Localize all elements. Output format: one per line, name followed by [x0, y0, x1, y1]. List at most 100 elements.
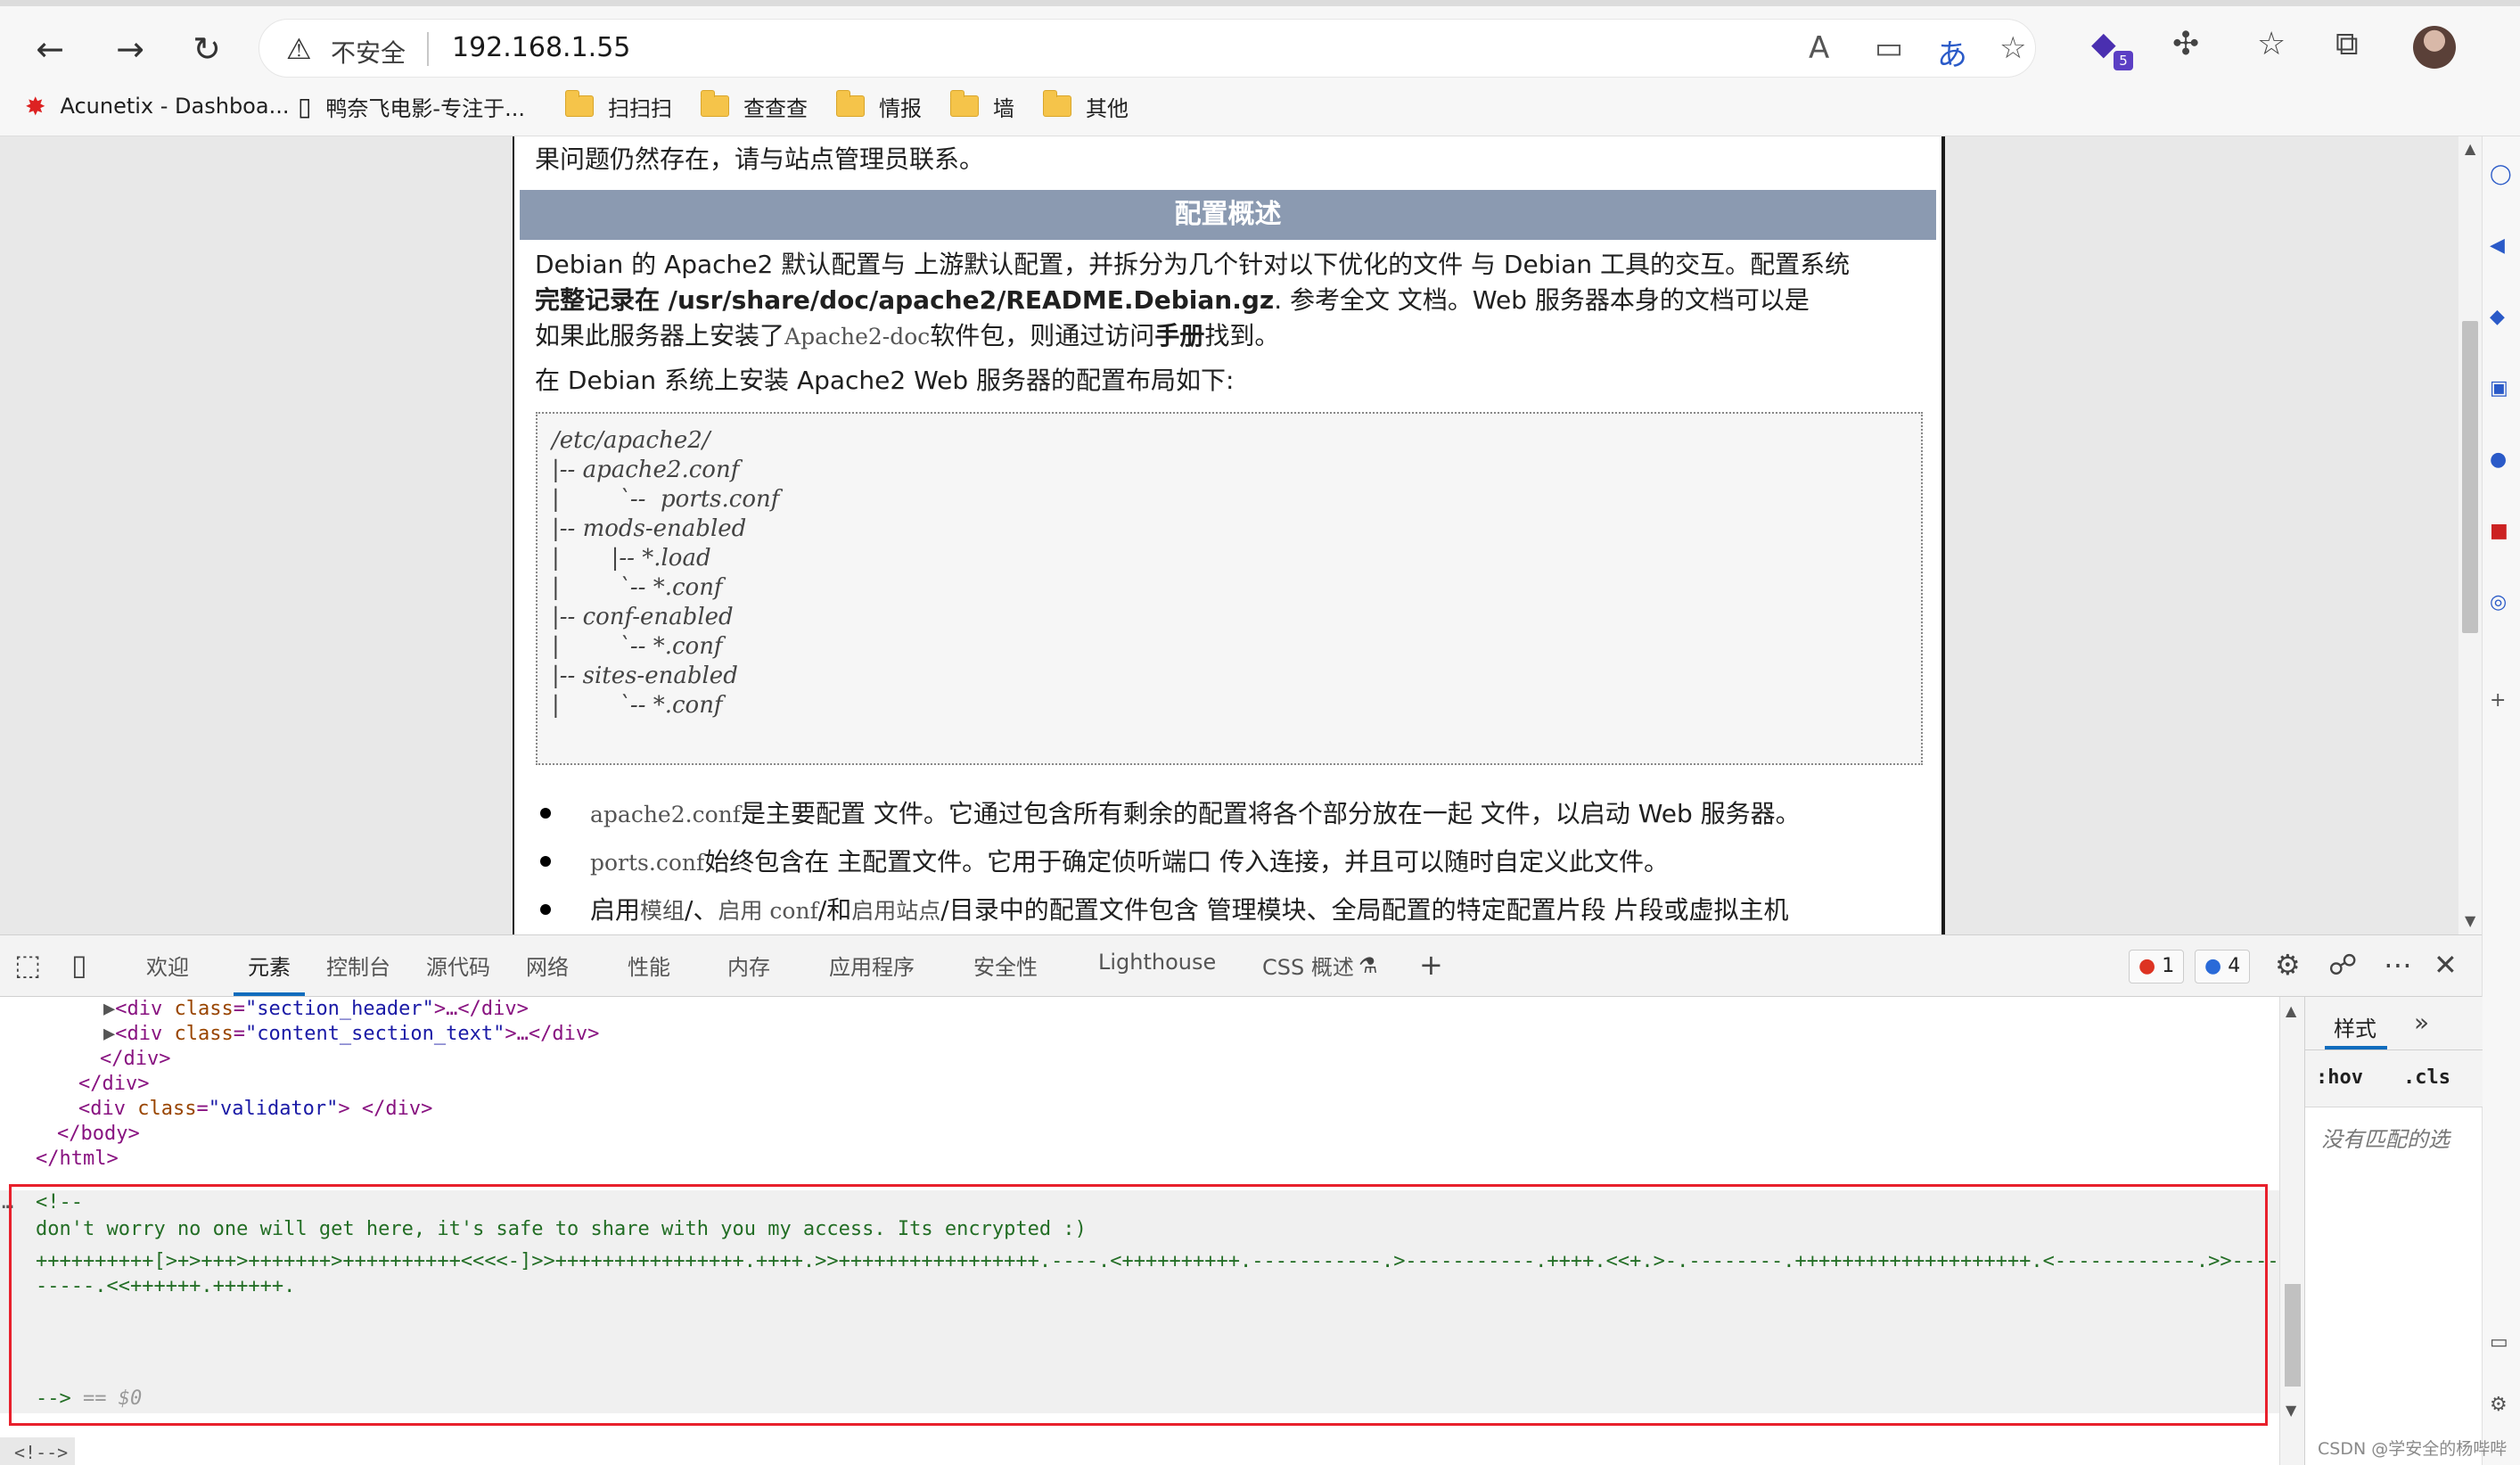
dom-line[interactable]: </div>: [100, 1047, 170, 1072]
tab-network[interactable]: 网络: [526, 950, 569, 981]
dom-line[interactable]: </body>: [57, 1122, 140, 1147]
error-count[interactable]: ● 1: [2129, 950, 2185, 984]
text: 启用: [590, 895, 641, 925]
settings-icon[interactable]: ⚙: [2275, 948, 2301, 982]
styles-tab-indicator: [2325, 1046, 2387, 1049]
more-options-icon[interactable]: ⋯: [2384, 948, 2412, 982]
styles-pane: 样式 » :hov .cls 没有匹配的选: [2304, 997, 2483, 1465]
highlight-box: [9, 1184, 2268, 1426]
tab-security[interactable]: 安全性: [973, 950, 1038, 981]
tab-application[interactable]: 应用程序: [829, 950, 915, 981]
bullet: [540, 904, 551, 915]
hov-toggle[interactable]: :hov: [2316, 1066, 2363, 1089]
extension-icon[interactable]: ◆: [2091, 26, 2116, 62]
list-item: 启用模组/、启用 conf/和启用站点/目录中的配置文件包含 管理模块、全局配置…: [535, 891, 1789, 926]
sidebar-settings-icon[interactable]: ⚙: [2490, 1394, 2508, 1416]
sidebar-add-icon[interactable]: +: [2490, 689, 2506, 712]
tab-lighthouse[interactable]: Lighthouse: [1098, 950, 1216, 975]
sidebar-outlook-icon[interactable]: ◎: [2490, 591, 2507, 613]
dom-tag: <div: [78, 1098, 126, 1120]
tab-styles[interactable]: 样式: [2334, 1011, 2376, 1042]
tab-sources[interactable]: 源代码: [426, 950, 490, 981]
back-button[interactable]: ←: [25, 24, 75, 74]
translate-icon[interactable]: あ: [1937, 30, 1967, 74]
collections-icon[interactable]: ⧉: [2335, 26, 2359, 63]
profile-avatar[interactable]: [2413, 26, 2456, 69]
browser-toolbar: ← → ↻ ⚠ 不安全 192.168.1.55 A ▭ あ ☆ ◆ 5 ✣ ☆…: [0, 6, 2520, 78]
breadcrumb[interactable]: <!-->: [0, 1437, 75, 1465]
scroll-up-icon[interactable]: ▲: [2465, 140, 2475, 157]
inline-code: 模组: [640, 898, 685, 924]
message-count[interactable]: ● 4: [2195, 950, 2251, 984]
dom-tag: >…</div>: [505, 1023, 600, 1045]
dom-attr-value: "validator": [208, 1098, 339, 1120]
security-label[interactable]: 不安全: [331, 34, 406, 70]
reload-button[interactable]: ↻: [182, 24, 232, 74]
cls-toggle[interactable]: .cls: [2403, 1066, 2450, 1089]
immersive-reader-icon[interactable]: ▭: [1875, 30, 1903, 66]
inline-code: ports.conf: [590, 850, 705, 876]
bookmark-label: Acunetix - Dashboa...: [60, 94, 290, 119]
inspect-icon[interactable]: ⬚: [14, 948, 41, 982]
sidebar-arrow-icon[interactable]: ◀: [2490, 235, 2505, 257]
dom-line[interactable]: <div class="validator"> </div>: [78, 1097, 432, 1122]
list-item: ports.conf始终包含在 主配置文件。它用于确定侦听端口 传入连接，并且可…: [535, 843, 1669, 878]
sidebar-people-icon[interactable]: ●: [2490, 449, 2507, 471]
page-content: 果问题仍然存在，请与站点管理员联系。 配置概述 Debian 的 Apache2…: [513, 136, 1945, 934]
feedback-icon[interactable]: ☍: [2328, 948, 2357, 982]
scroll-up-icon[interactable]: ▲: [2286, 1002, 2296, 1019]
scroll-down-icon[interactable]: ▼: [2465, 912, 2475, 929]
url-text[interactable]: 192.168.1.55: [452, 32, 630, 63]
device-toolbar-icon[interactable]: ▯: [71, 948, 87, 982]
page-scrollbar[interactable]: ▲ ▼: [2458, 136, 2482, 934]
read-aloud-icon[interactable]: A: [1809, 30, 1829, 66]
sidebar-tools-icon[interactable]: ▣: [2490, 377, 2508, 399]
sidebar-shape-icon[interactable]: ◆: [2490, 306, 2505, 328]
dom-line[interactable]: </html>: [36, 1147, 119, 1172]
sidebar-layout-icon[interactable]: ▭: [2490, 1331, 2508, 1354]
elements-scrollbar[interactable]: ▲ ▼: [2279, 997, 2304, 1465]
text: /和: [817, 895, 852, 925]
tab-welcome[interactable]: 欢迎: [146, 950, 189, 981]
bookmark-folder-intel[interactable]: 情报: [836, 88, 922, 124]
close-icon[interactable]: ✕: [2434, 948, 2458, 982]
bookmark-acunetix[interactable]: ✸ Acunetix - Dashboa...: [25, 88, 289, 124]
elements-scroll-thumb[interactable]: [2285, 1284, 2301, 1387]
expand-arrow-icon[interactable]: ▶: [103, 1023, 115, 1045]
more-tabs-icon[interactable]: »: [2414, 1008, 2429, 1037]
address-bar[interactable]: ⚠ 不安全 192.168.1.55 A ▭ あ ☆: [259, 19, 2036, 78]
extensions-icon[interactable]: ✣: [2172, 26, 2199, 62]
bookmark-folder-wall[interactable]: 墙: [950, 88, 1014, 124]
bookmark-folder-other[interactable]: 其他: [1043, 88, 1129, 124]
favorites-icon[interactable]: ☆: [2257, 26, 2286, 62]
manual-link[interactable]: 手册: [1154, 321, 1204, 350]
add-tab-icon[interactable]: +: [1419, 948, 1443, 982]
search-icon[interactable]: ◯: [2490, 163, 2512, 185]
section-header: 配置概述: [520, 190, 1936, 240]
sidebar-office-icon[interactable]: ■: [2490, 520, 2508, 542]
dom-line[interactable]: ▶<div class="section_header">…</div>: [103, 997, 529, 1022]
dom-tag: >…</div>: [433, 998, 529, 1020]
bookmark-folder-scan[interactable]: 扫扫扫: [565, 88, 672, 124]
forward-button[interactable]: →: [105, 24, 155, 74]
tab-memory[interactable]: 内存: [727, 950, 770, 981]
expand-arrow-icon[interactable]: ▶: [103, 998, 115, 1020]
add-favorite-icon[interactable]: ☆: [1999, 30, 2026, 66]
scroll-down-icon[interactable]: ▼: [2286, 1402, 2296, 1419]
elements-panel: ▶<div class="section_header">…</div> ▶<d…: [0, 997, 2279, 1465]
tab-css-overview[interactable]: CSS 概述: [1262, 950, 1354, 981]
address-divider: [427, 32, 429, 66]
page-scroll-thumb[interactable]: [2462, 321, 2478, 633]
bullet: [540, 808, 551, 819]
bookmark-movie[interactable]: ▯ 鸭奈飞电影-专注于...: [298, 88, 525, 124]
bookmark-folder-lookup[interactable]: 查查查: [701, 88, 808, 124]
text: 软件包，则通过访问: [930, 321, 1155, 350]
dom-line[interactable]: </div>: [78, 1072, 149, 1097]
dom-tag: > </div>: [338, 1098, 433, 1120]
tab-performance[interactable]: 性能: [628, 950, 670, 981]
tab-console[interactable]: 控制台: [326, 950, 390, 981]
dom-line[interactable]: ▶<div class="content_section_text">…</di…: [103, 1022, 599, 1047]
paragraph-line: Debian 的 Apache2 默认配置与 上游默认配置，并拆分为几个针对以下…: [535, 247, 1850, 283]
message-icon: ●: [2204, 955, 2222, 977]
tab-elements[interactable]: 元素: [248, 950, 291, 981]
